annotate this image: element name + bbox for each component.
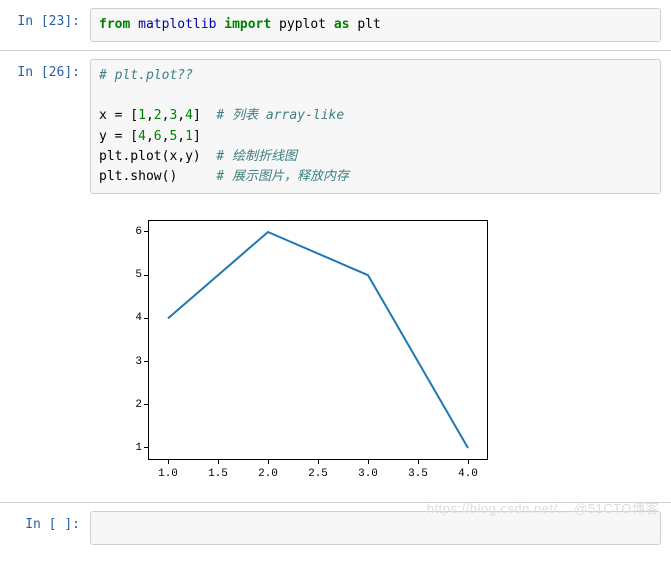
xtick-label: 3.5: [408, 468, 428, 480]
ytick-label: 4: [128, 312, 142, 324]
code-text: ]: [193, 129, 201, 144]
number-literal: 4: [138, 129, 146, 144]
ytick-label: 6: [128, 226, 142, 238]
code-comment: # 列表 array-like: [216, 108, 344, 123]
code-cell-23[interactable]: In [23]: from matplotlib import pyplot a…: [0, 0, 671, 50]
xtick-label: 1.0: [158, 468, 178, 480]
cell-prompt: In [26]:: [0, 59, 90, 80]
xtick-mark: [418, 460, 419, 464]
comma: ,: [177, 108, 185, 123]
alias-name: plt: [357, 17, 380, 32]
code-comment: # 展示图片，释放内存: [216, 169, 349, 184]
code-box[interactable]: # plt.plot?? x = [1,2,3,4] # 列表 array-li…: [90, 59, 661, 194]
code-text: y = [: [99, 129, 138, 144]
number-literal: 4: [185, 108, 193, 123]
keyword-from: from: [99, 17, 130, 32]
ytick-mark: [144, 447, 148, 448]
cell-input-area[interactable]: from matplotlib import pyplot as plt: [90, 8, 671, 42]
code-comment: # plt.plot??: [99, 68, 193, 83]
plot-line-svg: [148, 220, 488, 460]
ytick-mark: [144, 275, 148, 276]
xtick-label: 3.0: [358, 468, 378, 480]
comma: ,: [146, 129, 154, 144]
number-literal: 2: [154, 108, 162, 123]
ytick-label: 5: [128, 269, 142, 281]
ytick-mark: [144, 231, 148, 232]
cell-input-area[interactable]: # plt.plot?? x = [1,2,3,4] # 列表 array-li…: [90, 59, 671, 194]
code-cell-26[interactable]: In [26]: # plt.plot?? x = [1,2,3,4] # 列表…: [0, 50, 671, 202]
data-line: [168, 232, 468, 448]
code-text: plt.show(): [99, 169, 216, 184]
submodule-name: pyplot: [279, 17, 326, 32]
ytick-label: 2: [128, 399, 142, 411]
cell-output: 1 2 3 4 5 6 1.0 1.5 2.0 2.5 3.0 3.5 4.0: [90, 202, 671, 502]
xtick-label: 2.0: [258, 468, 278, 480]
xtick-mark: [318, 460, 319, 464]
code-text: ]: [193, 108, 216, 123]
ytick-label: 1: [128, 442, 142, 454]
ytick-label: 3: [128, 356, 142, 368]
xtick-mark: [268, 460, 269, 464]
code-box[interactable]: from matplotlib import pyplot as plt: [90, 8, 661, 42]
ytick-mark: [144, 318, 148, 319]
xtick-mark: [168, 460, 169, 464]
module-name: matplotlib: [138, 17, 216, 32]
xtick-mark: [368, 460, 369, 464]
code-text: x = [: [99, 108, 138, 123]
code-comment: # 绘制折线图: [216, 149, 297, 164]
number-literal: 1: [138, 108, 146, 123]
code-text: plt.plot(x,y): [99, 149, 216, 164]
keyword-as: as: [334, 17, 350, 32]
xtick-label: 1.5: [208, 468, 228, 480]
line-chart: 1 2 3 4 5 6 1.0 1.5 2.0 2.5 3.0 3.5 4.0: [108, 214, 508, 494]
ytick-mark: [144, 361, 148, 362]
keyword-import: import: [224, 17, 271, 32]
watermark-text: https://blog.csdn.net/... @51CTO博客: [427, 498, 659, 517]
ytick-mark: [144, 404, 148, 405]
cell-prompt: In [ ]:: [0, 511, 90, 532]
comma: ,: [177, 129, 185, 144]
xtick-mark: [218, 460, 219, 464]
cell-prompt: In [23]:: [0, 8, 90, 29]
xtick-label: 4.0: [458, 468, 478, 480]
number-literal: 1: [185, 129, 193, 144]
comma: ,: [146, 108, 154, 123]
xtick-mark: [468, 460, 469, 464]
xtick-label: 2.5: [308, 468, 328, 480]
number-literal: 6: [154, 129, 162, 144]
